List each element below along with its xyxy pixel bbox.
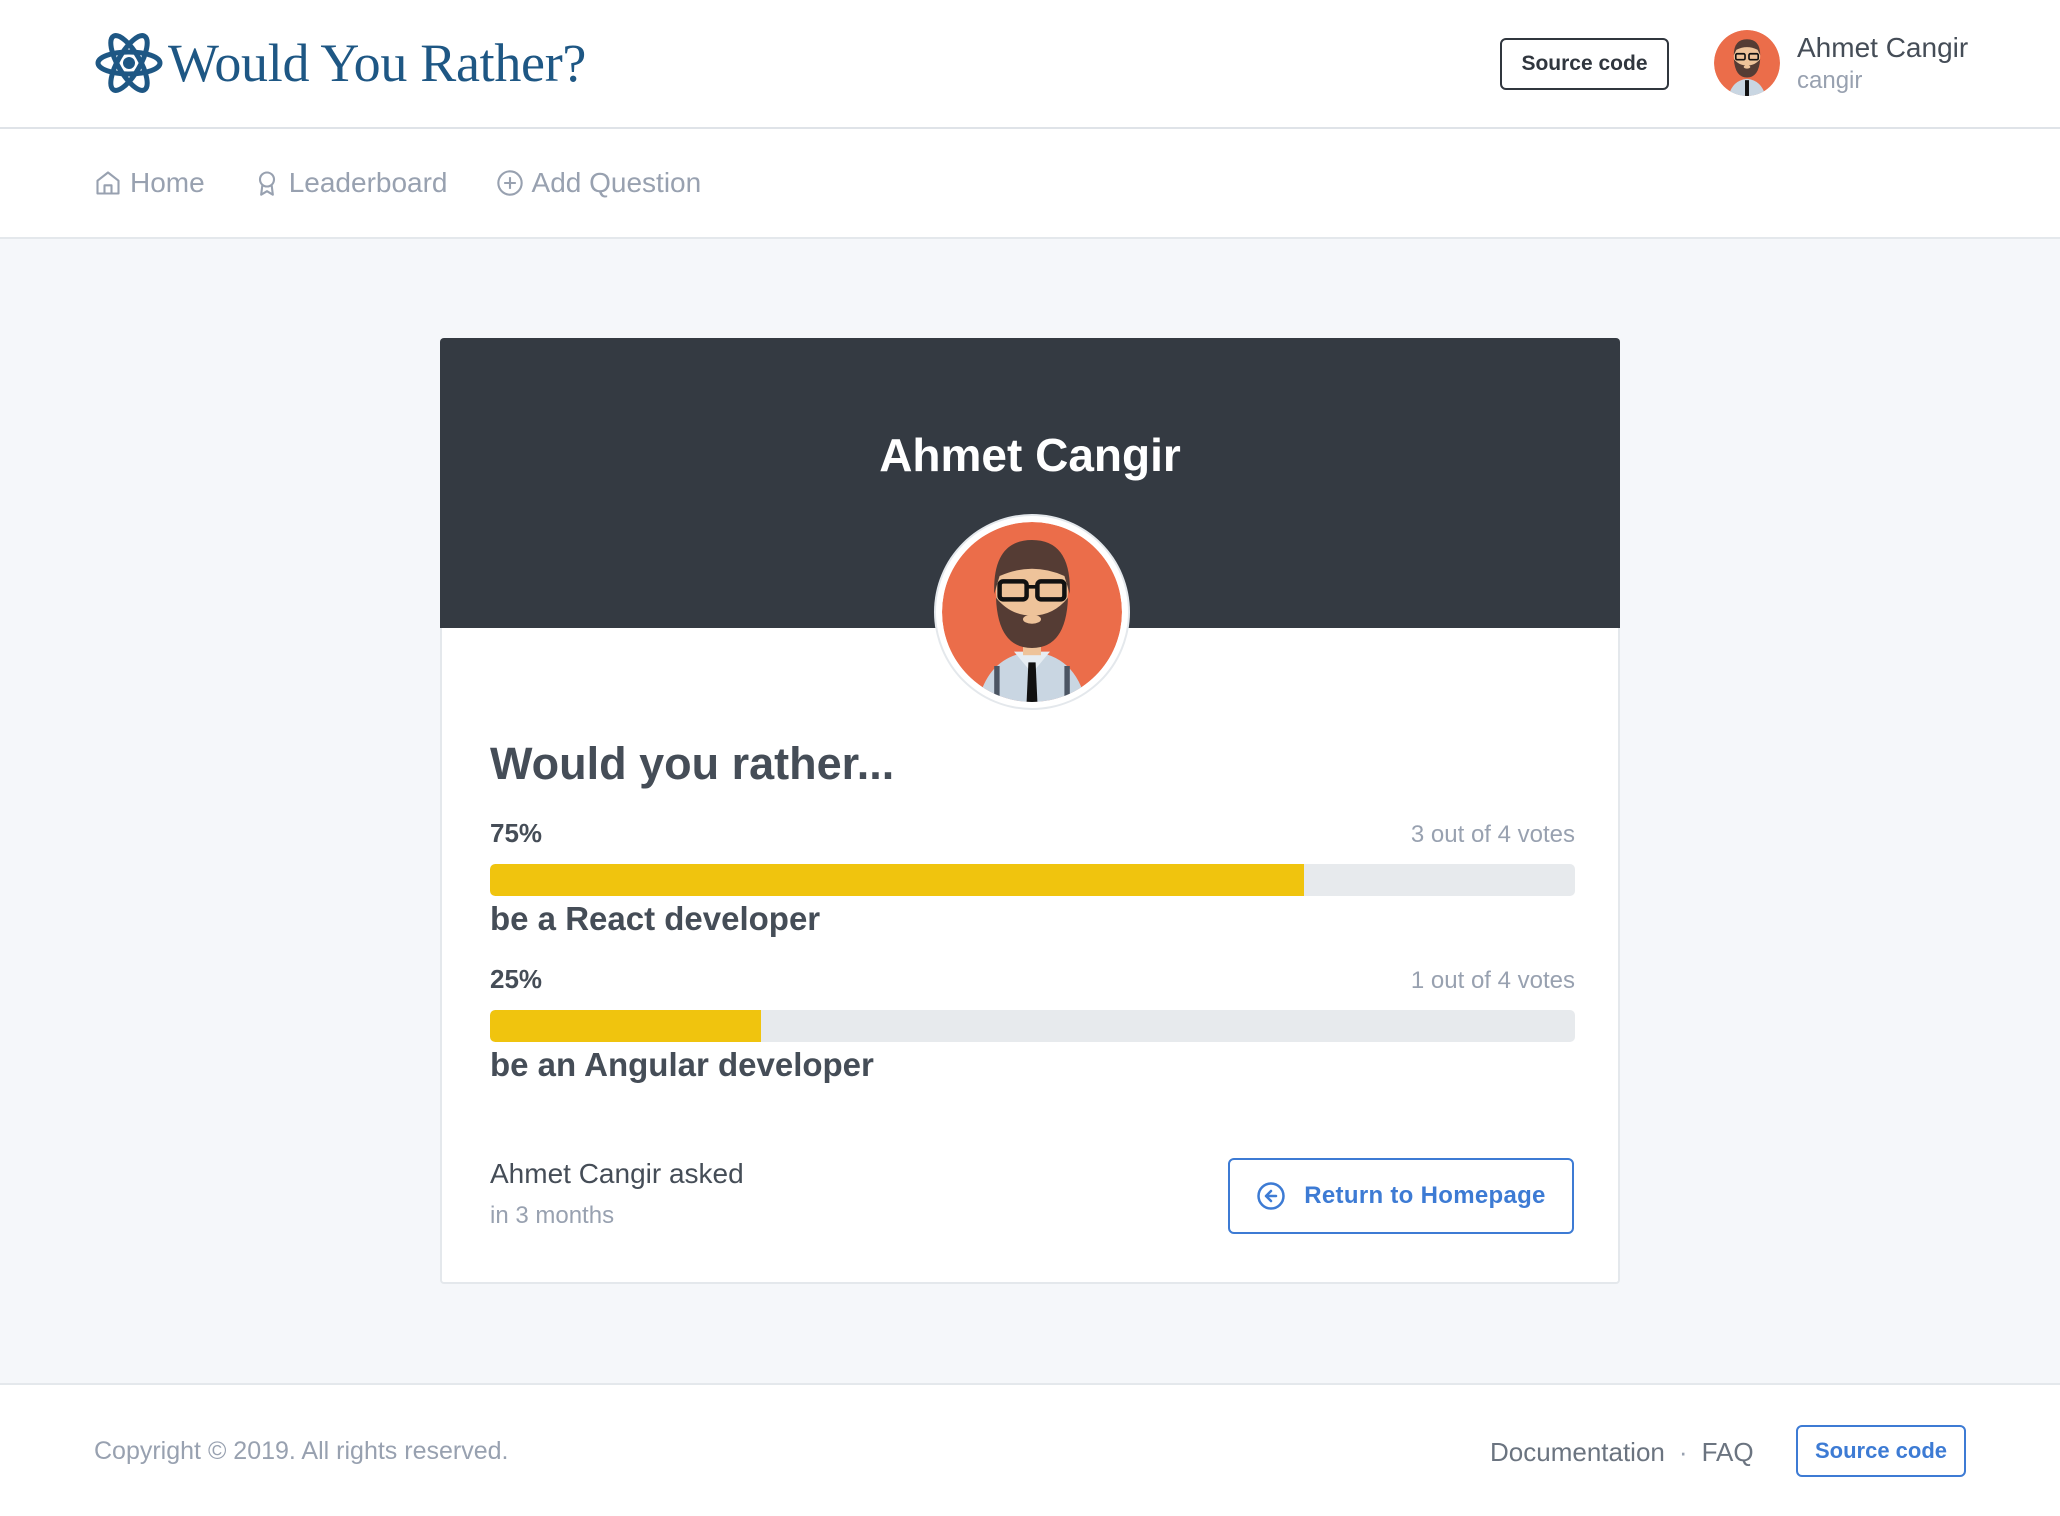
faq-link[interactable]: FAQ xyxy=(1702,1437,1754,1468)
top-header: Would You Rather? Source code Ahmet Cang… xyxy=(0,0,2060,129)
user-profile[interactable]: Ahmet Cangir cangir xyxy=(1714,30,1968,96)
author-avatar xyxy=(936,516,1128,708)
poll-option: 75% 3 out of 4 votes be a React develope… xyxy=(490,818,1575,938)
return-label: Return to Homepage xyxy=(1304,1182,1546,1209)
user-handle: cangir xyxy=(1797,67,1863,94)
footer-source-code-button[interactable]: Source code xyxy=(1796,1425,1966,1477)
main-nav: Home Leaderboard Add Question xyxy=(0,129,2060,239)
asked-by: Ahmet Cangir asked xyxy=(490,1158,744,1189)
separator: · xyxy=(1678,1437,1688,1467)
author-name: Ahmet Cangir xyxy=(879,429,1181,481)
nav-label: Leaderboard xyxy=(288,167,448,198)
app-logo[interactable]: Would You Rather? xyxy=(94,30,586,96)
progress-fill xyxy=(490,1010,762,1042)
option-text: be a React developer xyxy=(490,900,821,937)
option-text: be an Angular developer xyxy=(490,1046,874,1083)
plus-circle-icon xyxy=(496,170,523,196)
copyright: Copyright © 2019. All rights reserved. xyxy=(94,1437,509,1465)
footer: Copyright © 2019. All rights reserved. D… xyxy=(0,1383,2060,1516)
footer-links: Documentation · FAQ xyxy=(1490,1437,1754,1468)
source-code-button[interactable]: Source code xyxy=(1500,38,1669,90)
nav-item-home[interactable]: Home xyxy=(94,167,205,199)
nav-item-add-question[interactable]: Add Question xyxy=(496,167,702,199)
nav-label: Add Question xyxy=(531,167,702,198)
nav-item-leaderboard[interactable]: Leaderboard xyxy=(253,167,448,199)
home-icon xyxy=(96,171,120,195)
progress-bar xyxy=(490,864,1575,896)
return-to-homepage-button[interactable]: Return to Homepage xyxy=(1228,1158,1574,1234)
nav-label: Home xyxy=(130,167,205,198)
bearded-man-avatar-icon xyxy=(942,522,1122,702)
user-name: Ahmet Cangir xyxy=(1797,32,1969,63)
bearded-man-avatar-icon xyxy=(1714,30,1780,96)
atom-icon xyxy=(95,33,163,93)
progress-fill xyxy=(490,864,1304,896)
option-votes: 3 out of 4 votes xyxy=(1410,821,1575,848)
arrow-left-circle-icon xyxy=(1257,1182,1286,1210)
progress-bar xyxy=(490,1010,1575,1042)
app-title: Would You Rather? xyxy=(168,33,587,93)
question-heading: Would you rather... xyxy=(490,738,895,789)
option-percent: 25% xyxy=(490,964,543,994)
option-votes: 1 out of 4 votes xyxy=(1410,967,1575,994)
option-percent: 75% xyxy=(490,818,543,848)
avatar xyxy=(1714,30,1780,96)
asked-when: in 3 months xyxy=(490,1202,615,1229)
poll-card: Ahmet Cangir Would you rather... 75% 3 o… xyxy=(440,338,1620,1284)
documentation-link[interactable]: Documentation xyxy=(1490,1437,1665,1468)
poll-option: 25% 1 out of 4 votes be an Angular devel… xyxy=(490,964,1575,1084)
award-icon xyxy=(258,171,275,196)
